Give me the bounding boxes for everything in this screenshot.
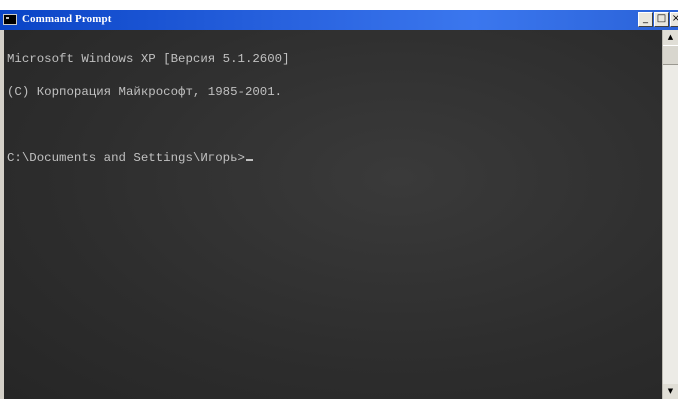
- console-line-version: Microsoft Windows XP [Версия 5.1.2600]: [7, 52, 290, 66]
- command-prompt-window: Command Prompt _ □ × Microsoft Windows X…: [0, 10, 678, 399]
- console-area[interactable]: Microsoft Windows XP [Версия 5.1.2600] (…: [4, 30, 662, 399]
- scroll-up-arrow-icon: ▲: [667, 33, 674, 41]
- minimize-button[interactable]: _: [638, 12, 653, 27]
- scroll-thumb[interactable]: [663, 45, 678, 65]
- window-title: Command Prompt: [22, 13, 112, 25]
- vertical-scrollbar[interactable]: ▲ ▼: [662, 30, 678, 399]
- scroll-down-arrow-icon: ▼: [667, 387, 674, 395]
- close-button[interactable]: ×: [670, 12, 678, 27]
- console-prompt-line[interactable]: C:\Documents and Settings\Игорь>: [7, 151, 290, 165]
- maximize-icon: □: [656, 13, 667, 24]
- console-output: Microsoft Windows XP [Версия 5.1.2600] (…: [7, 32, 290, 186]
- close-icon: ×: [672, 13, 678, 24]
- scroll-up-button[interactable]: ▲: [663, 30, 678, 45]
- console-icon[interactable]: [3, 14, 17, 25]
- command-prompt: C:\Documents and Settings\Игорь>: [7, 151, 245, 165]
- page: Command Prompt _ □ × Microsoft Windows X…: [0, 0, 678, 399]
- text-cursor: [245, 159, 253, 161]
- console-line-copyright: (C) Корпорация Майкрософт, 1985-2001.: [7, 85, 283, 99]
- maximize-button[interactable]: □: [654, 12, 669, 27]
- minimize-icon: _: [643, 13, 648, 24]
- scroll-down-button[interactable]: ▼: [663, 384, 678, 399]
- title-bar[interactable]: Command Prompt _ □ ×: [0, 10, 678, 30]
